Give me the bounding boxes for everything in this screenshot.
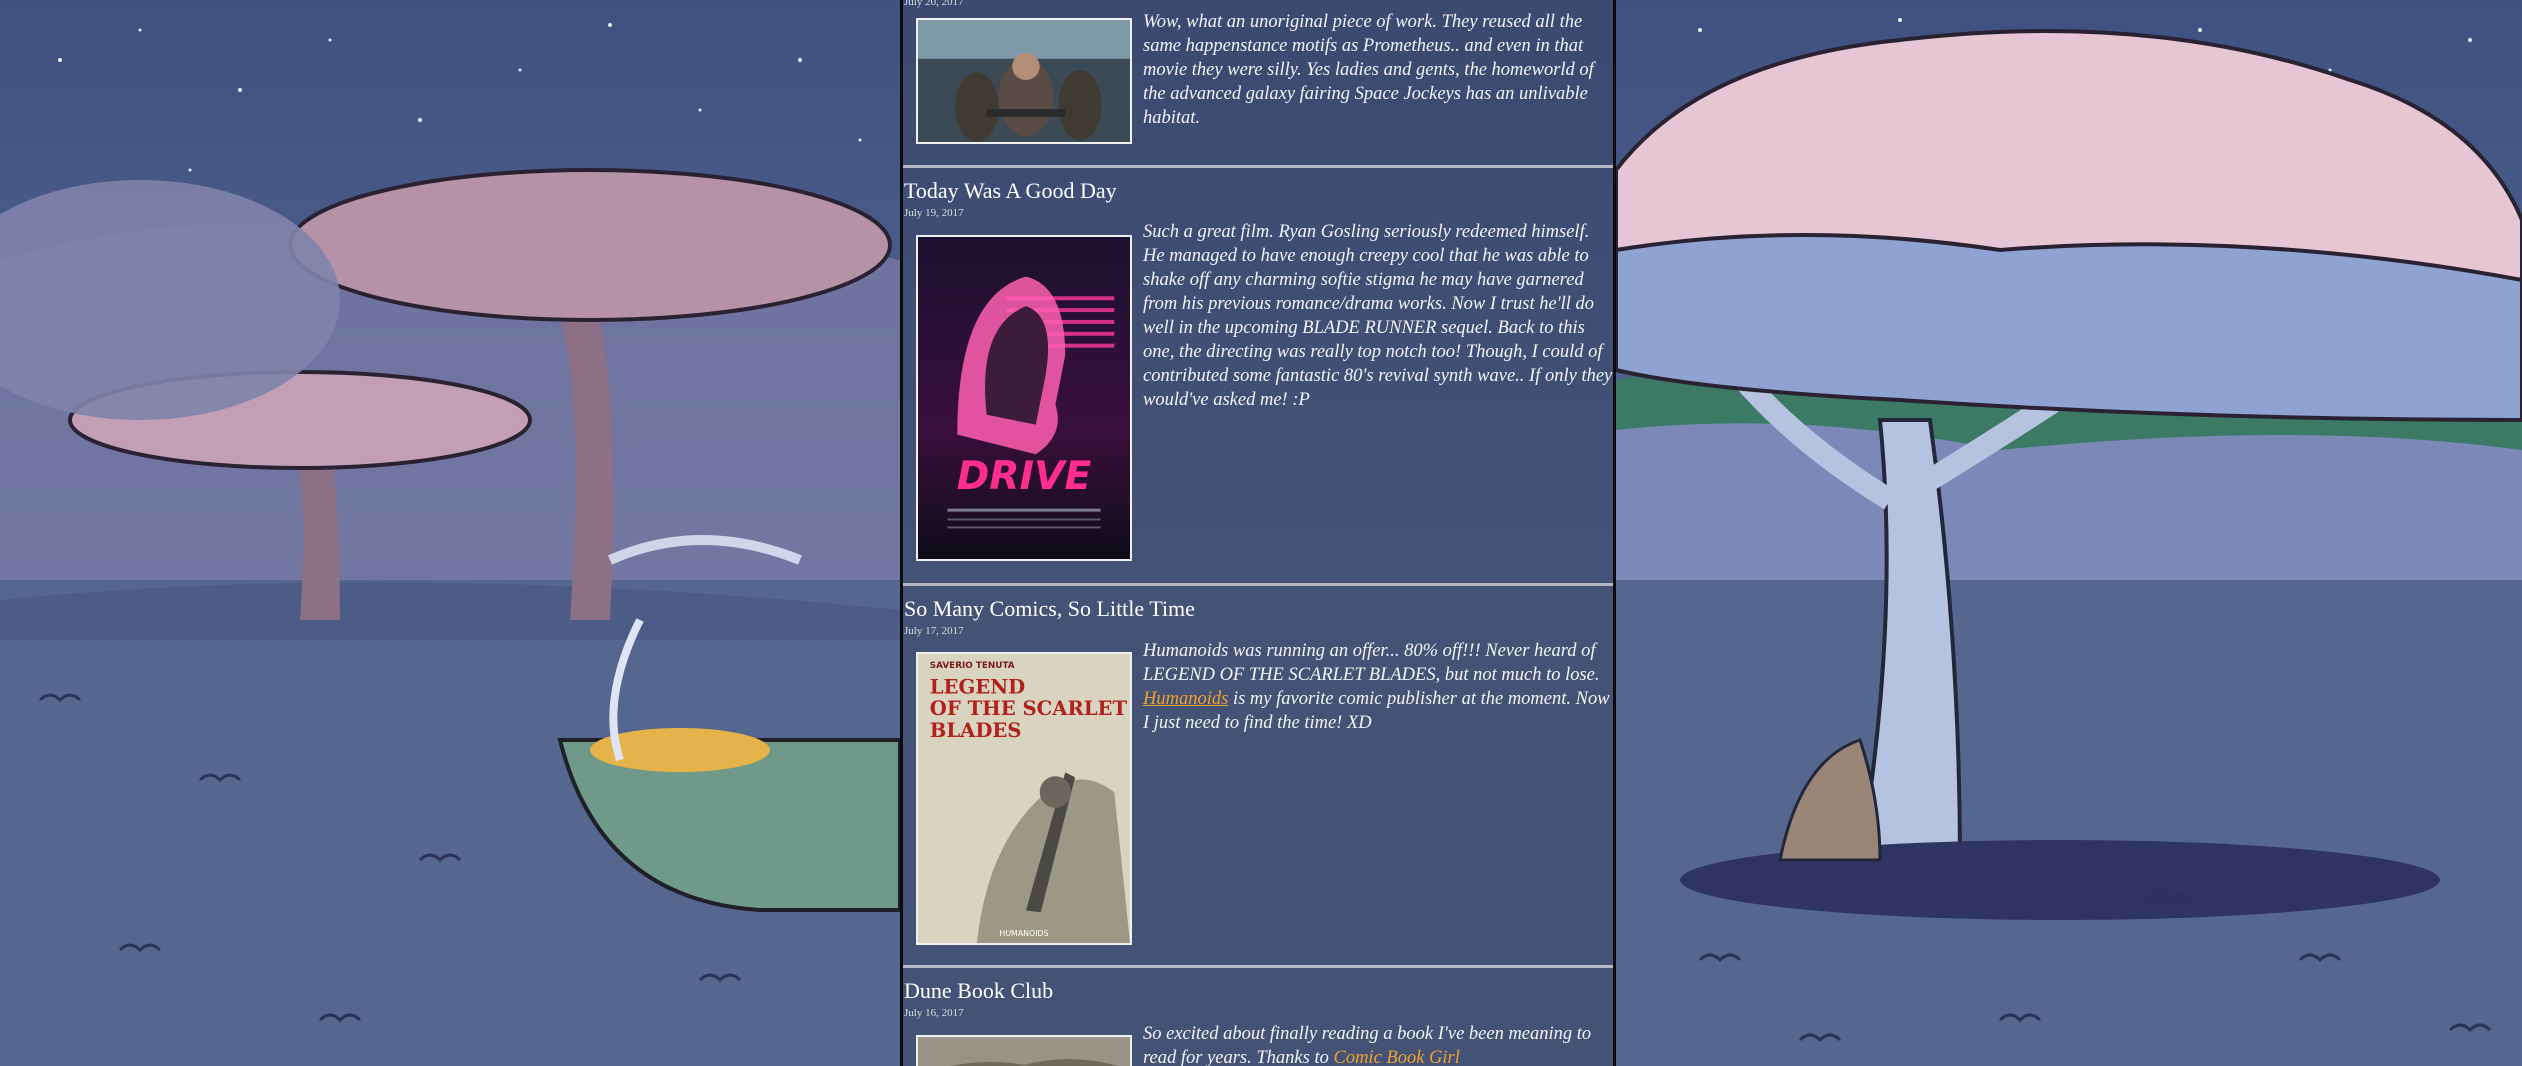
post-title[interactable]: Today Was A Good Day (904, 178, 1117, 204)
comic-book-girl-link[interactable]: Comic Book Girl (1333, 1048, 1459, 1066)
post-date: July 16, 2017 (904, 1007, 964, 1019)
post-title[interactable]: So Many Comics, So Little Time (904, 596, 1195, 622)
blog-column: July 20, 2017 Wow, what an unoriginal pi… (900, 0, 1616, 1066)
post-date: July 19, 2017 (904, 207, 964, 219)
poster-publisher: HUMANOIDS (999, 929, 1048, 938)
post-thumbnail[interactable] (916, 1035, 1132, 1066)
post-divider (903, 165, 1613, 168)
post-thumbnail[interactable] (916, 18, 1132, 144)
post-body-text: Humanoids was running an offer... 80% of… (1143, 641, 1600, 685)
post-divider (903, 965, 1613, 968)
dune-book-image (918, 1037, 1130, 1066)
poster-title: DRIVE (957, 453, 1092, 499)
post-thumbnail[interactable]: SAVERIO TENUTA LEGEND OF THE SCARLET BLA… (916, 652, 1132, 945)
post-body: Humanoids was running an offer... 80% of… (1143, 639, 1613, 735)
humanoids-link[interactable]: Humanoids (1143, 689, 1228, 709)
post-date: July 20, 2017 (904, 0, 964, 8)
movie-still-image (918, 20, 1130, 142)
drive-poster-image: DRIVE (918, 237, 1130, 559)
post-thumbnail[interactable]: DRIVE (916, 235, 1132, 561)
post-body: Such a great film. Ryan Gosling seriousl… (1143, 222, 1613, 410)
post-title[interactable]: Dune Book Club (904, 978, 1053, 1004)
post-body: So excited about finally reading a book … (1143, 1022, 1613, 1066)
post-divider (903, 583, 1613, 586)
poster-author: SAVERIO TENUTA (930, 661, 1015, 671)
post-body: Wow, what an unoriginal piece of work. T… (1143, 12, 1594, 128)
post-date: July 17, 2017 (904, 625, 964, 637)
scarlet-blades-cover-image: SAVERIO TENUTA LEGEND OF THE SCARLET BLA… (918, 654, 1130, 943)
